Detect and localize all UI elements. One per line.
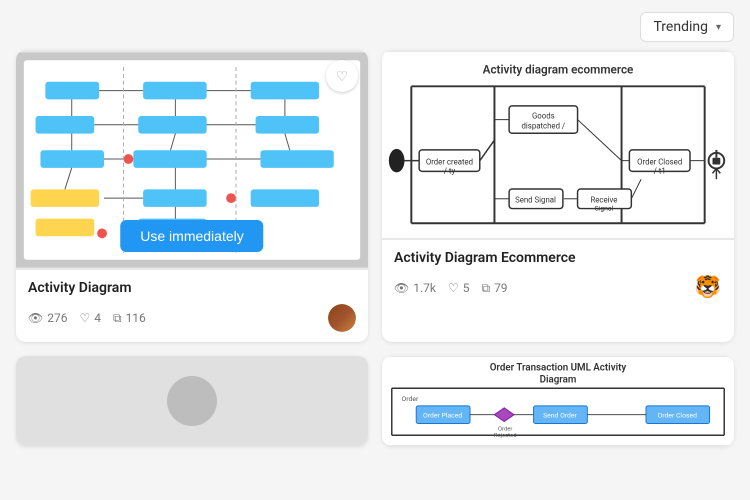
card-title-2: Activity Diagram Ecommerce <box>394 250 722 266</box>
card-activity-ecommerce: Activity diagram ecommerce Order created… <box>382 50 734 342</box>
card-order-transaction: Order Transaction UML Activity Diagram O… <box>382 356 734 446</box>
svg-text:Send Signal: Send Signal <box>515 196 556 205</box>
likes-count-1: ♡ 4 <box>79 311 101 325</box>
views-count-2: 👁 1.7k <box>394 281 436 295</box>
svg-text:Order created: Order created <box>426 158 473 167</box>
svg-text:Order Transaction UML Activity: Order Transaction UML Activity <box>490 363 627 374</box>
svg-text:/ t1: / t1 <box>654 166 666 175</box>
top-bar: Trending ▾ <box>0 0 750 50</box>
svg-text:Order: Order <box>498 426 512 432</box>
svg-text:Activity diagram ecommerce: Activity diagram ecommerce <box>483 63 634 77</box>
card-image-placeholder <box>16 356 368 446</box>
avatar-image-1 <box>328 304 356 332</box>
cards-grid: ♡ Use immediately Activity Diagram 👁 276… <box>0 50 750 462</box>
eye-icon-1: 👁 <box>28 311 43 325</box>
card-placeholder <box>16 356 368 446</box>
card-meta-2: 👁 1.7k ♡ 5 ⧉ 79 🐯 <box>394 274 722 302</box>
heart-icon-1: ♡ <box>79 311 90 325</box>
svg-text:/ ty: / ty <box>444 166 456 175</box>
card-info-1: Activity Diagram 👁 276 ♡ 4 ⧉ 116 <box>16 270 368 342</box>
card-info-2: Activity Diagram Ecommerce 👁 1.7k ♡ 5 ⧉ … <box>382 240 734 312</box>
card-image-order: Order Transaction UML Activity Diagram O… <box>382 356 734 446</box>
copy-icon-1: ⧉ <box>113 311 122 326</box>
svg-text:Receive: Receive <box>590 196 617 205</box>
card-image-ecommerce: Activity diagram ecommerce Order created… <box>382 50 734 240</box>
copy-icon-2: ⧉ <box>481 281 490 296</box>
use-immediately-button[interactable]: Use immediately <box>120 220 263 252</box>
svg-text:Order Closed: Order Closed <box>658 412 698 420</box>
heart-icon-2: ♡ <box>448 281 459 295</box>
chevron-down-icon: ▾ <box>716 22 721 33</box>
likes-count-2: ♡ 5 <box>448 281 470 295</box>
svg-text:Order Closed: Order Closed <box>637 158 682 167</box>
trending-dropdown[interactable]: Trending ▾ <box>640 12 734 42</box>
copies-count-1: ⧉ 116 <box>113 311 146 326</box>
svg-text:Diagram: Diagram <box>540 374 577 385</box>
svg-text:Signal: Signal <box>595 205 614 213</box>
card-image-activity-diagram: ♡ Use immediately <box>16 50 368 270</box>
svg-text:Send Order: Send Order <box>543 412 577 420</box>
svg-text:Order: Order <box>402 395 419 403</box>
views-count-1: 👁 276 <box>28 311 67 325</box>
copies-count-2: ⧉ 79 <box>481 281 507 296</box>
svg-text:dispatched /: dispatched / <box>522 121 566 130</box>
card-meta-1: 👁 276 ♡ 4 ⧉ 116 <box>28 304 356 332</box>
eye-icon-2: 👁 <box>394 281 409 295</box>
heart-button-1[interactable]: ♡ <box>326 60 358 92</box>
avatar-1 <box>328 304 356 332</box>
svg-text:Order Placed: Order Placed <box>423 412 462 420</box>
card-title-1: Activity Diagram <box>28 280 356 296</box>
trending-label: Trending <box>653 19 708 35</box>
circle-placeholder <box>167 376 217 426</box>
card-activity-diagram: ♡ Use immediately Activity Diagram 👁 276… <box>16 50 368 342</box>
avatar-2: 🐯 <box>694 274 722 302</box>
svg-text:Rejected: Rejected <box>494 433 517 439</box>
avatar-emoji-2: 🐯 <box>694 274 722 302</box>
svg-text:Goods: Goods <box>532 112 555 121</box>
heart-icon: ♡ <box>336 68 349 85</box>
